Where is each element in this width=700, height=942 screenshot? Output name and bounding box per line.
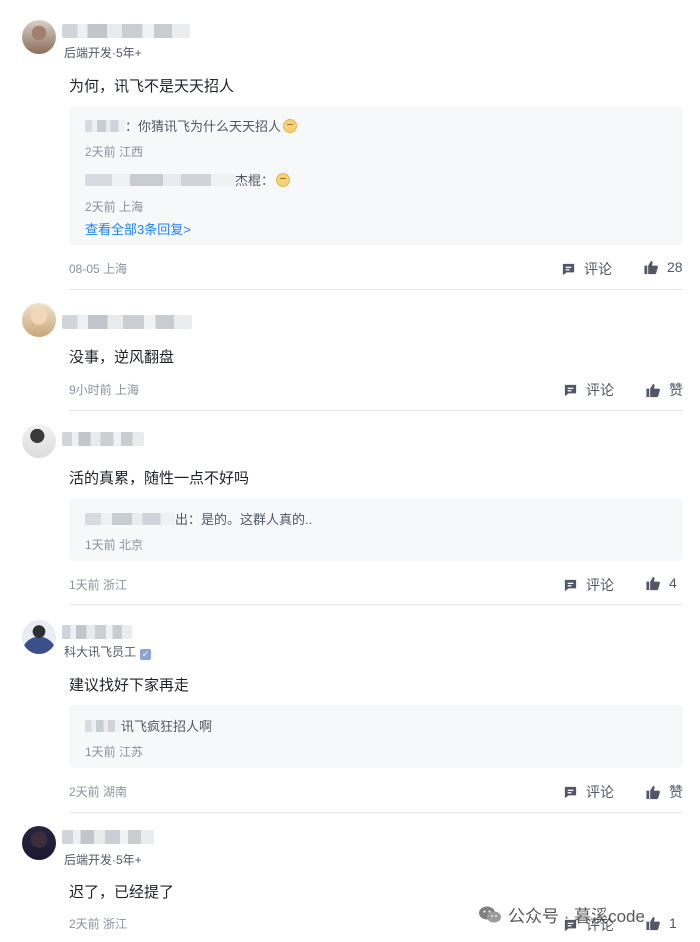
reply-box: ：你猜讯飞为什么天天招人 2天前 江西 杰棍： 2天前 上海 查看全部3条回复> <box>69 106 683 245</box>
avatar[interactable] <box>22 424 56 458</box>
avatar[interactable] <box>22 620 56 654</box>
reply-text: 杰棍： <box>85 170 291 189</box>
comment-icon <box>564 384 577 396</box>
divider <box>69 604 683 605</box>
username-blurred[interactable] <box>62 24 190 38</box>
like-button[interactable]: 赞 <box>645 782 683 802</box>
comment-text: 建议找好下家再走 <box>69 677 190 694</box>
reply-meta: 1天前 北京 <box>85 538 144 552</box>
user-badge: 后端开发·5年+ <box>64 46 142 60</box>
watermark: 公众号 · 暮溪code <box>478 902 645 927</box>
comment-meta: 9小时前 上海 <box>69 383 140 397</box>
comment-meta: 2天前 浙江 <box>69 917 128 931</box>
comment-icon <box>564 786 577 798</box>
comment-button[interactable]: 评论 <box>563 575 614 595</box>
user-badge: 科大讯飞员工 ✓ <box>64 645 152 660</box>
comment-meta: 1天前 浙江 <box>69 578 128 592</box>
like-button[interactable]: 28 <box>643 259 683 275</box>
view-all-replies-link[interactable]: 查看全部3条回复> <box>85 219 191 238</box>
thumbs-up-icon <box>646 916 660 930</box>
comment-icon <box>562 263 575 275</box>
reply-meta: 2天前 江西 <box>85 145 144 159</box>
username-blurred[interactable] <box>62 432 144 446</box>
wechat-icon <box>479 906 501 922</box>
avatar[interactable] <box>22 826 56 860</box>
reply-text: 出：是的。这群人真的.. <box>85 509 312 528</box>
reply-text: 讯飞疯狂招人啊 <box>85 716 212 735</box>
verified-icon: ✓ <box>140 649 152 660</box>
like-button[interactable]: 4 <box>645 575 677 591</box>
reply-box: 出：是的。这群人真的.. 1天前 北京 <box>69 498 683 561</box>
thumbs-up-icon <box>644 260 658 274</box>
comment-meta: 2天前 湖南 <box>69 785 128 799</box>
reply-box: 讯飞疯狂招人啊 1天前 江苏 <box>69 705 683 768</box>
avatar[interactable] <box>22 303 56 337</box>
username-blurred[interactable] <box>62 315 192 329</box>
divider <box>69 289 683 290</box>
divider <box>69 812 683 813</box>
reply-text: ：你猜讯飞为什么天天招人 <box>85 116 298 135</box>
comment-button[interactable]: 评论 <box>561 259 612 279</box>
smile-emoji-icon <box>283 119 298 133</box>
comment-text: 没事，逆风翻盘 <box>69 349 175 366</box>
comment-text: 迟了，已经提了 <box>69 884 175 901</box>
reply-meta: 2天前 上海 <box>85 200 144 214</box>
username-blurred[interactable] <box>62 830 154 844</box>
like-button[interactable]: 赞 <box>645 380 683 400</box>
divider <box>69 410 683 411</box>
thumbs-up-icon <box>646 383 660 397</box>
comment-button[interactable]: 评论 <box>563 380 614 400</box>
thumbs-up-icon <box>646 576 660 590</box>
like-button[interactable]: 1 <box>645 915 677 931</box>
comment-meta: 08-05 上海 <box>69 262 128 276</box>
user-badge: 后端开发·5年+ <box>64 853 142 867</box>
comment-text: 为何，讯飞不是天天招人 <box>69 78 235 95</box>
comment-text: 活的真累，随性一点不好吗 <box>69 470 250 487</box>
thumbs-up-icon <box>646 785 660 799</box>
smile-emoji-icon <box>276 173 291 187</box>
reply-meta: 1天前 江苏 <box>85 745 144 759</box>
comment-icon <box>564 579 577 591</box>
avatar[interactable] <box>22 20 56 54</box>
comment-button[interactable]: 评论 <box>563 782 614 802</box>
username-blurred[interactable] <box>62 625 132 639</box>
